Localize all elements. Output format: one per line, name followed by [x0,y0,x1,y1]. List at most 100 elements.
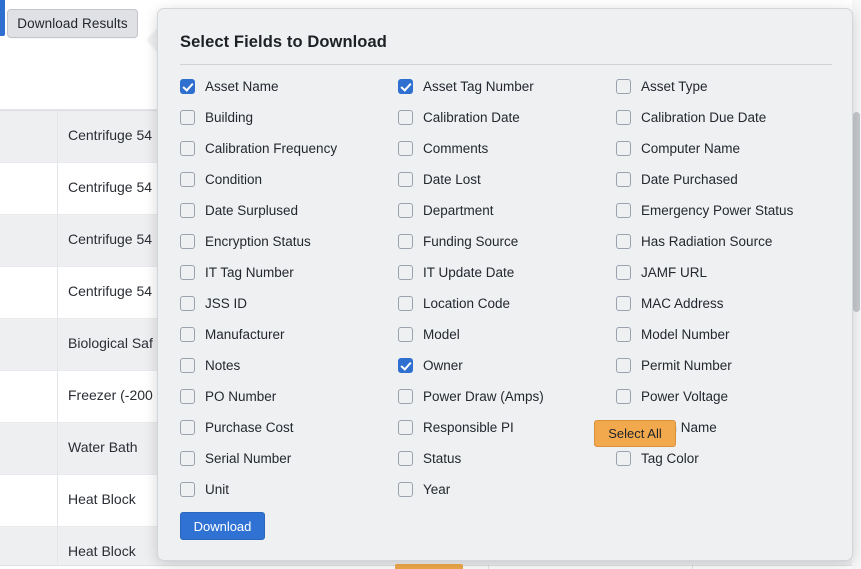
field-checkbox-item[interactable]: IT Update Date [398,257,616,288]
row-column-divider [57,371,58,423]
field-checkbox-item[interactable]: Unit [180,474,398,505]
vertical-scrollbar[interactable] [852,0,861,569]
checkbox-unchecked-icon[interactable] [616,358,631,373]
field-checkbox-item[interactable]: Date Purchased [616,164,834,195]
checkbox-unchecked-icon[interactable] [180,203,195,218]
field-checkbox-item[interactable]: Power Draw (Amps) [398,381,616,412]
row-column-divider [57,423,58,475]
checkbox-unchecked-icon[interactable] [616,203,631,218]
field-checkbox-label: Unit [205,482,230,497]
checkbox-unchecked-icon[interactable] [398,327,413,342]
checkbox-unchecked-icon[interactable] [180,389,195,404]
field-checkbox-item[interactable]: Department [398,195,616,226]
cell-asset-name: Heat Block [68,543,136,559]
field-checkbox-item[interactable]: Asset Name [180,71,398,102]
checkbox-unchecked-icon[interactable] [180,420,195,435]
checkbox-unchecked-icon[interactable] [398,482,413,497]
checkbox-unchecked-icon[interactable] [616,172,631,187]
checkbox-unchecked-icon[interactable] [398,451,413,466]
checkbox-unchecked-icon[interactable] [616,296,631,311]
checkbox-unchecked-icon[interactable] [398,389,413,404]
field-checkbox-item[interactable]: Notes [180,350,398,381]
checkbox-unchecked-icon[interactable] [616,79,631,94]
checkbox-unchecked-icon[interactable] [180,296,195,311]
field-checkbox-item[interactable]: Year [398,474,616,505]
checkbox-unchecked-icon[interactable] [398,296,413,311]
checkbox-unchecked-icon[interactable] [180,265,195,280]
checkbox-unchecked-icon[interactable] [180,451,195,466]
field-checkbox-item[interactable]: Has Radiation Source [616,226,834,257]
field-checkbox-item[interactable]: Encryption Status [180,226,398,257]
checkbox-unchecked-icon[interactable] [398,234,413,249]
checkbox-unchecked-icon[interactable] [180,141,195,156]
field-checkbox-item[interactable]: Manufacturer [180,319,398,350]
dialog-title-rule [180,64,832,65]
checkbox-unchecked-icon[interactable] [180,110,195,125]
checkbox-unchecked-icon[interactable] [616,265,631,280]
field-checkbox-item[interactable]: IT Tag Number [180,257,398,288]
checkbox-checked-icon[interactable] [180,79,195,94]
field-checkbox-item[interactable]: Responsible PI [398,412,616,443]
field-checkbox-item[interactable]: Calibration Due Date [616,102,834,133]
field-checkbox-item[interactable]: Condition [180,164,398,195]
scrollbar-thumb[interactable] [853,112,860,312]
field-column-2: Asset Tag Number Calibration Date Comments… [398,71,616,505]
checkbox-unchecked-icon[interactable] [616,141,631,156]
field-checkbox-item[interactable]: Purchase Cost [180,412,398,443]
checkbox-unchecked-icon[interactable] [398,110,413,125]
checkbox-unchecked-icon[interactable] [180,358,195,373]
checkbox-unchecked-icon[interactable] [180,234,195,249]
download-results-button[interactable]: Download Results [7,9,138,38]
checkbox-unchecked-icon[interactable] [398,203,413,218]
checkbox-checked-icon[interactable] [398,358,413,373]
checkbox-unchecked-icon[interactable] [180,172,195,187]
field-checkbox-item[interactable]: Date Surplused [180,195,398,226]
app-root: Download Results Asset Name Centrifuge 5… [0,0,861,569]
field-checkbox-item[interactable]: Emergency Power Status [616,195,834,226]
field-checkbox-item[interactable]: JSS ID [180,288,398,319]
checkbox-unchecked-icon[interactable] [616,389,631,404]
field-checkbox-item[interactable]: Asset Type [616,71,834,102]
checkbox-unchecked-icon[interactable] [616,327,631,342]
checkbox-unchecked-icon[interactable] [180,327,195,342]
field-checkbox-item[interactable]: Serial Number [180,443,398,474]
field-checkbox-item[interactable]: Location Code [398,288,616,319]
field-checkbox-item[interactable]: Building [180,102,398,133]
field-checkbox-item[interactable]: Owner [398,350,616,381]
field-checkbox-item[interactable]: PO Number [180,381,398,412]
checkbox-unchecked-icon[interactable] [180,482,195,497]
field-checkbox-item[interactable]: MAC Address [616,288,834,319]
field-checkbox-item[interactable]: Permit Number [616,350,834,381]
field-checkbox-item[interactable]: Model Number [616,319,834,350]
field-checkbox-item[interactable]: Comments [398,133,616,164]
field-checkbox-label: Funding Source [423,234,519,249]
field-checkbox-item[interactable]: Computer Name [616,133,834,164]
field-checkbox-label: Year [423,482,451,497]
field-checkbox-item[interactable]: Tag Color [616,443,834,474]
select-all-button[interactable]: Select All [594,420,676,447]
checkbox-unchecked-icon[interactable] [398,265,413,280]
field-checkbox-item[interactable]: Power Voltage [616,381,834,412]
field-checkbox-item[interactable]: Funding Source [398,226,616,257]
field-checkbox-item[interactable]: Status [398,443,616,474]
field-checkbox-item[interactable]: Date Lost [398,164,616,195]
checkbox-unchecked-icon[interactable] [398,141,413,156]
download-button[interactable]: Download [180,512,265,540]
field-checkbox-item[interactable]: Calibration Frequency [180,133,398,164]
field-checkbox-label: JSS ID [205,296,248,311]
checkbox-unchecked-icon[interactable] [398,172,413,187]
checkbox-unchecked-icon[interactable] [616,110,631,125]
field-checkbox-item[interactable]: JAMF URL [616,257,834,288]
checkbox-unchecked-icon[interactable] [616,451,631,466]
field-checkbox-label: Building [205,110,254,125]
field-checkbox-label: Calibration Due Date [641,110,767,125]
checkbox-checked-icon[interactable] [398,79,413,94]
checkbox-unchecked-icon[interactable] [616,234,631,249]
field-checkbox-label: Notes [205,358,241,373]
cell-asset-name: Centrifuge 54 [68,127,153,143]
field-checkbox-label: JAMF URL [641,265,708,280]
field-checkbox-item[interactable]: Model [398,319,616,350]
checkbox-unchecked-icon[interactable] [398,420,413,435]
field-checkbox-item[interactable]: Calibration Date [398,102,616,133]
field-checkbox-item[interactable]: Asset Tag Number [398,71,616,102]
